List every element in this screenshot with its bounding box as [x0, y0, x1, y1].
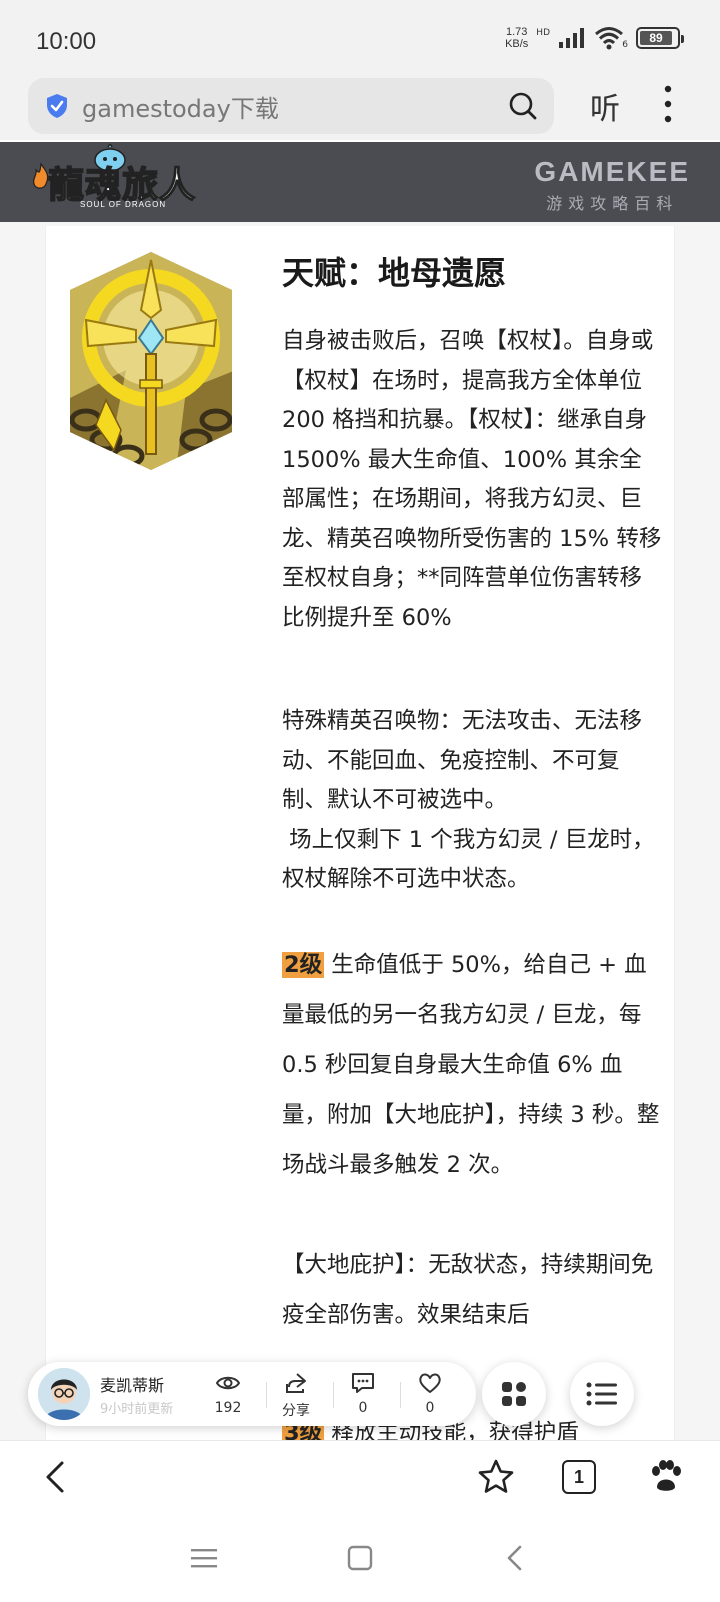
views-count: 192: [214, 1400, 242, 1416]
views-stat: 192: [198, 1370, 258, 1416]
home-icon[interactable]: [344, 1542, 376, 1574]
comments-button[interactable]: 0: [333, 1370, 393, 1416]
update-time: 9小时前更新: [100, 1402, 174, 1417]
earth-protection-desc: 【大地庇护】：无敌状态，持续期间免疫全部伤害。效果结束后: [282, 1252, 654, 1328]
status-time: 10:00: [36, 28, 97, 55]
level-2-effect: 2级 生命值低于 50%，给自己 + 血量最低的另一名我方幻灵 / 巨龙，每 0…: [282, 940, 662, 1190]
battery-icon: 89: [636, 27, 684, 49]
star-icon[interactable]: [476, 1457, 516, 1497]
author-name[interactable]: 麦凯蒂斯: [100, 1372, 164, 1396]
battery-level: 89: [640, 31, 673, 45]
table-of-contents-button[interactable]: [570, 1362, 634, 1426]
browser-bottom-toolbar: 1: [0, 1440, 720, 1512]
level-2-text: 生命值低于 50%，给自己 + 血量最低的另一名我方幻灵 / 巨龙，每 0.5 …: [282, 952, 660, 1178]
wifi-indicator: 6: [594, 26, 628, 50]
share-label: 分享: [282, 1403, 310, 1419]
article-card: 天赋：地母遗愿 自身被击败后，召唤【权杖】。自身或【权杖】在场时，提高我方全体单…: [45, 226, 675, 1440]
search-icon[interactable]: [508, 91, 538, 121]
author-bar: 麦凯蒂斯 9小时前更新 192 分享 0 0: [28, 1362, 476, 1426]
network-speed: 1.73 KB/s: [505, 26, 529, 50]
wifi-icon: [595, 27, 623, 50]
listen-button[interactable]: 听: [590, 84, 620, 128]
logo-subtitle: SOUL OF DRAGON: [80, 200, 167, 209]
apps-button[interactable]: [482, 1362, 546, 1426]
address-bar[interactable]: gamestoday下载: [28, 78, 554, 134]
brand-tagline: 游戏攻略百科: [546, 194, 679, 213]
status-indicators: 1.73 KB/s HD 6 89: [505, 26, 684, 50]
status-bar: 10:00 1.73 KB/s HD 6 89: [0, 0, 720, 80]
more-menu-icon[interactable]: [663, 84, 673, 124]
back-icon[interactable]: [36, 1457, 76, 1497]
summon-rules: 特殊精英召唤物：无法攻击、无法移动、不能回血、免疫控制、不可复制、默认不可被选中…: [282, 708, 655, 892]
like-button[interactable]: 0: [400, 1370, 460, 1416]
share-button[interactable]: 分享: [266, 1370, 326, 1420]
talent-description: 自身被击败后，召唤【权杖】。自身或【权杖】在场时，提高我方全体单位 200 格挡…: [282, 328, 662, 631]
shield-icon: [47, 94, 67, 118]
paw-icon[interactable]: [646, 1457, 686, 1497]
signal-icon: [559, 28, 584, 48]
site-header: 龍魂旅人 SOUL OF DRAGON GAMEKEE 游戏攻略百科: [0, 142, 720, 222]
likes-count: 0: [425, 1400, 435, 1416]
gamekee-brand[interactable]: GAMEKEE 游戏攻略百科: [534, 156, 690, 214]
game-logo[interactable]: 龍魂旅人 SOUL OF DRAGON: [30, 144, 200, 216]
comments-count: 0: [358, 1400, 368, 1416]
grid-icon: [502, 1382, 526, 1406]
menu-icon[interactable]: [188, 1542, 220, 1574]
wifi-tag: 6: [622, 40, 628, 50]
level-2-badge: 2级: [282, 952, 325, 978]
brand-name: GAMEKEE: [534, 156, 690, 187]
talent-scepter-icon: [70, 252, 232, 470]
browser-toolbar: gamestoday下载 听: [0, 70, 720, 140]
system-nav-bar: [0, 1512, 720, 1602]
hd-indicator: HD: [536, 28, 550, 38]
comment-icon: [352, 1373, 374, 1393]
author-avatar[interactable]: [38, 1368, 90, 1420]
list-icon: [586, 1382, 617, 1406]
nav-back-icon[interactable]: [500, 1542, 532, 1574]
share-icon: [286, 1373, 306, 1393]
eye-icon: [215, 1376, 241, 1390]
avatar-image: [38, 1368, 90, 1420]
address-text[interactable]: gamestoday下载: [82, 89, 508, 124]
heart-icon: [419, 1373, 441, 1393]
tabs-button[interactable]: 1: [562, 1460, 596, 1494]
tab-count: 1: [573, 1466, 584, 1487]
talent-title: 天赋：地母遗愿: [282, 254, 507, 292]
